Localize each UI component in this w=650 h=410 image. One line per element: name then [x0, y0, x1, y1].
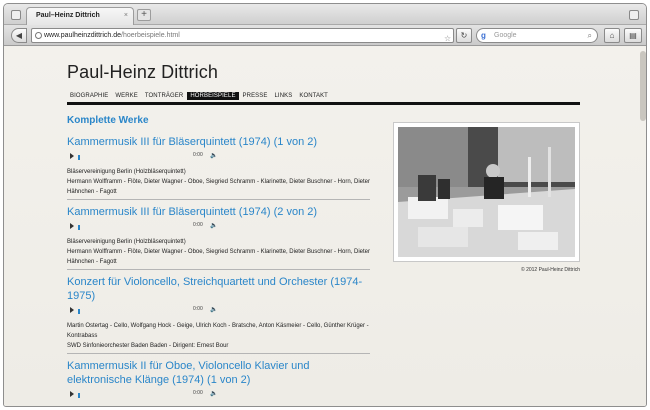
window-button[interactable]: [11, 10, 21, 20]
players-text: Martin Ostertag - Cello, Wolfgang Hock -…: [67, 323, 369, 339]
tab-bar: Paul–Heinz Dittrich × +: [4, 4, 646, 25]
nav-item-kontakt[interactable]: KONTAKT: [296, 92, 331, 100]
nav-item-werke[interactable]: WERKE: [112, 92, 141, 100]
time-display: 0:00: [193, 222, 203, 228]
audio-player: 0:00 🔈: [67, 306, 370, 316]
time-display: 0:00: [193, 152, 203, 158]
volume-icon[interactable]: 🔈: [210, 390, 217, 397]
nav-item-hoerbeispiele[interactable]: HÖRBEISPIELE: [187, 92, 239, 100]
bookmark-star-icon[interactable]: ☆: [444, 32, 451, 45]
works-list: Komplette Werke Kammermusik III für Bläs…: [67, 115, 370, 406]
search-icon[interactable]: ⌕: [588, 29, 592, 42]
work-title[interactable]: Kammermusik III für Bläserquintett (1974…: [67, 135, 370, 149]
play-icon[interactable]: [70, 307, 74, 313]
reload-button[interactable]: ↻: [456, 28, 472, 43]
page-viewport: Paul-Heinz Dittrich BIOGRAPHIE WERKE TON…: [4, 47, 646, 406]
volume-icon[interactable]: 🔈: [210, 152, 217, 159]
players-text: Hermann Wolfframm - Flöte, Dieter Wagner…: [67, 249, 370, 265]
browser-window: Paul–Heinz Dittrich × + ◀ www.paulheinzd…: [3, 3, 647, 407]
globe-icon: [35, 32, 42, 39]
work-title[interactable]: Kammermusik III für Bläserquintett (1974…: [67, 205, 370, 219]
seek-bar[interactable]: [78, 155, 80, 160]
browser-toolbar: ◀ www.paulheinzdittrich.de/hoerbeispiele…: [4, 25, 646, 46]
site-title: Paul-Heinz Dittrich: [67, 62, 218, 82]
url-path: /hoerbeispiele.html: [121, 32, 180, 39]
main-nav: BIOGRAPHIE WERKE TONTRÄGER HÖRBEISPIELE …: [67, 92, 332, 100]
seek-bar[interactable]: [78, 393, 80, 398]
browser-tab[interactable]: Paul–Heinz Dittrich ×: [26, 7, 134, 25]
time-display: 0:00: [193, 390, 203, 396]
audio-player: 0:00 🔈: [67, 390, 370, 400]
nav-item-presse[interactable]: PRESSE: [240, 92, 271, 100]
menu-button[interactable]: ▤: [624, 28, 642, 43]
nav-item-biographie[interactable]: BIOGRAPHIE: [67, 92, 111, 100]
nav-divider: [67, 102, 580, 105]
section-title: Komplette Werke: [67, 115, 149, 126]
search-box[interactable]: g Google ⌕: [476, 28, 598, 43]
url-domain: www.paulheinzdittrich.de: [44, 32, 122, 39]
address-bar[interactable]: www.paulheinzdittrich.de/hoerbeispiele.h…: [31, 28, 465, 45]
nav-item-tontraeger[interactable]: TONTRÄGER: [142, 92, 186, 100]
work-item: Kammermusik III für Bläserquintett (1974…: [67, 135, 370, 200]
new-tab-button[interactable]: +: [137, 9, 151, 21]
portrait-photo: [398, 127, 575, 257]
portrait-photo-frame: [393, 122, 580, 262]
fullscreen-button[interactable]: [629, 10, 639, 20]
play-icon[interactable]: [70, 391, 74, 397]
tab-close-icon[interactable]: ×: [124, 12, 128, 19]
home-button[interactable]: ⌂: [604, 28, 620, 43]
ensemble-text: Bläservereinigung Berlin (Holzbläserquin…: [67, 239, 186, 245]
seek-bar[interactable]: [78, 225, 80, 230]
photo-credit: © 2012 Paul-Heinz Dittrich: [521, 267, 580, 273]
players-text: Hermann Wolfframm - Flöte, Dieter Wagner…: [67, 179, 370, 195]
play-icon[interactable]: [70, 153, 74, 159]
play-icon[interactable]: [70, 223, 74, 229]
ensemble-text: Bläservereinigung Berlin (Holzbläserquin…: [67, 169, 186, 175]
search-placeholder: Google: [494, 32, 517, 39]
work-title[interactable]: Kammermusik II für Oboe, Violoncello Kla…: [67, 359, 370, 387]
audio-player: 0:00 🔈: [67, 222, 370, 232]
volume-icon[interactable]: 🔈: [210, 222, 217, 229]
scrollbar-thumb[interactable]: [640, 51, 646, 121]
time-display: 0:00: [193, 306, 203, 312]
players-text: SWD Sinfonieorchester Baden Baden - Diri…: [67, 343, 229, 349]
audio-player: 0:00 🔈: [67, 152, 370, 162]
tab-title: Paul–Heinz Dittrich: [36, 12, 100, 19]
seek-bar[interactable]: [78, 309, 80, 314]
google-icon: g: [481, 31, 486, 40]
nav-item-links[interactable]: LINKS: [272, 92, 296, 100]
work-item: Konzert für Violoncello, Streichquartett…: [67, 275, 370, 354]
work-title[interactable]: Konzert für Violoncello, Streichquartett…: [67, 275, 370, 303]
work-item: Kammermusik III für Bläserquintett (1974…: [67, 205, 370, 270]
volume-icon[interactable]: 🔈: [210, 306, 217, 313]
back-button[interactable]: ◀: [11, 28, 27, 43]
work-item: Kammermusik II für Oboe, Violoncello Kla…: [67, 359, 370, 406]
